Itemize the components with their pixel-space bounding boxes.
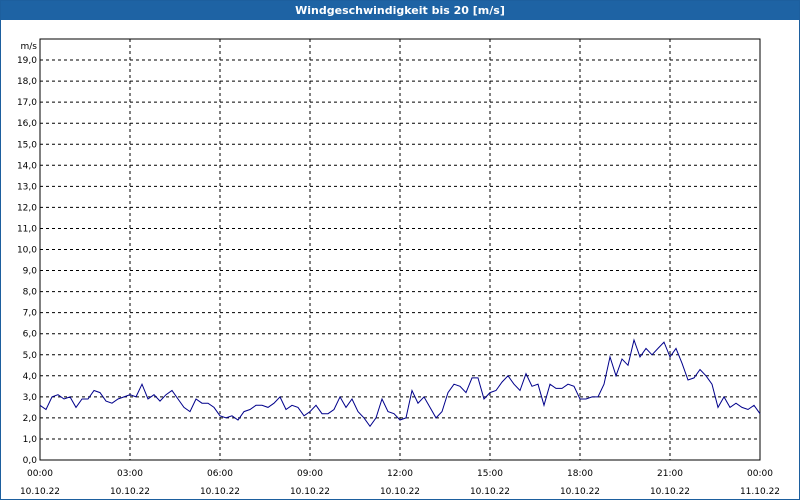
y-tick-label: 8,0 [23, 288, 38, 298]
y-tick-label: 18,0 [17, 77, 37, 87]
x-tick-time-label: 12:00 [387, 469, 413, 479]
y-tick-label: 9,0 [23, 267, 38, 277]
x-tick-time-label: 00:00 [747, 469, 773, 479]
x-tick-date-label: 11.10.22 [740, 487, 780, 497]
y-tick-label: 0,0 [23, 456, 38, 466]
x-tick-date-label: 10.10.22 [560, 487, 600, 497]
y-tick-label: 3,0 [23, 393, 38, 403]
y-tick-label: 19,0 [17, 56, 37, 66]
wind-speed-chart: 0,0 1,0 2,0 3,0 4,0 5,0 6,0 7,0 8,0 9,0 10,0 11,0 12… [17, 38, 780, 497]
y-tick-label: 10,0 [17, 246, 37, 256]
x-tick-date-label: 10.10.22 [290, 487, 330, 497]
y-axis-ticks: 0,0 1,0 2,0 3,0 4,0 5,0 6,0 7,0 8,0 9,0 10,0 11,0 12… [17, 56, 37, 466]
x-tick-time-label: 03:00 [117, 469, 143, 479]
x-tick-time-label: 09:00 [297, 469, 323, 479]
x-tick-time-label: 06:00 [207, 469, 233, 479]
x-tick-date-label: 10.10.22 [650, 487, 690, 497]
x-tick-time-label: 21:00 [657, 469, 683, 479]
x-tick-time-label: 00:00 [27, 469, 53, 479]
y-tick-label: 15,0 [17, 140, 37, 150]
x-tick-date-label: 10.10.22 [200, 487, 240, 497]
x-tick-time-label: 18:00 [567, 469, 593, 479]
y-tick-label: 16,0 [17, 119, 37, 129]
grid-lines [40, 39, 760, 460]
x-tick-date-label: 10.10.22 [110, 487, 150, 497]
y-tick-label: 17,0 [17, 98, 37, 108]
y-tick-label: 13,0 [17, 182, 37, 192]
y-tick-label: 6,0 [23, 330, 38, 340]
x-tick-date-label: 10.10.22 [470, 487, 510, 497]
y-tick-label: 2,0 [23, 414, 38, 424]
y-tick-label: 14,0 [17, 161, 37, 171]
y-axis-label: m/s [21, 42, 38, 52]
y-tick-label: 5,0 [23, 351, 38, 361]
y-tick-label: 1,0 [23, 435, 38, 445]
y-tick-label: 4,0 [23, 372, 38, 382]
y-tick-label: 12,0 [17, 203, 37, 213]
x-tick-date-label: 10.10.22 [380, 487, 420, 497]
x-tick-time-label: 15:00 [477, 469, 503, 479]
y-tick-label: 7,0 [23, 309, 38, 319]
y-tick-label: 11,0 [17, 224, 37, 234]
x-tick-date-label: 10.10.22 [20, 487, 60, 497]
x-axis-ticks: 00:00 10.10.22 03:00 10.10.22 06:00 10.10.22 0… [20, 469, 780, 497]
